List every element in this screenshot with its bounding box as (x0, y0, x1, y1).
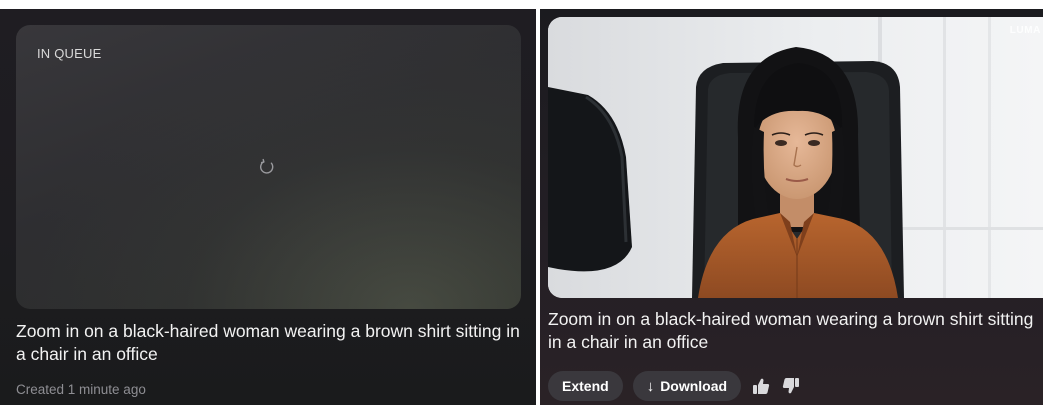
extend-button-label: Extend (562, 378, 609, 394)
extend-button[interactable]: Extend (548, 371, 623, 401)
generation-card-complete: LUMA Zoom in on a black-haired woman wea… (540, 9, 1043, 405)
video-thumbnail[interactable]: LUMA (548, 17, 1043, 298)
queue-placeholder: IN QUEUE (16, 25, 521, 309)
action-bar: Extend ↓ Download (548, 371, 801, 401)
status-badge: IN QUEUE (37, 46, 102, 61)
thumbs-up-icon[interactable] (751, 376, 771, 396)
generation-card-queued: IN QUEUE Zoom in on a black-haired woman… (0, 9, 536, 405)
generations-view: IN QUEUE Zoom in on a black-haired woman… (0, 0, 1043, 405)
download-button-label: Download (660, 378, 728, 394)
download-button[interactable]: ↓ Download (632, 371, 742, 401)
prompt-text: Zoom in on a black-haired woman wearing … (548, 309, 1034, 352)
thumbs-down-icon[interactable] (781, 376, 801, 396)
loading-spinner-icon (260, 158, 274, 174)
download-arrow-icon: ↓ (646, 377, 655, 395)
created-timestamp: Created 1 minute ago (16, 382, 146, 397)
video-frame-illustration (548, 17, 1043, 298)
prompt-text: Zoom in on a black-haired woman wearing … (16, 321, 520, 364)
luma-watermark: LUMA (1009, 25, 1041, 36)
